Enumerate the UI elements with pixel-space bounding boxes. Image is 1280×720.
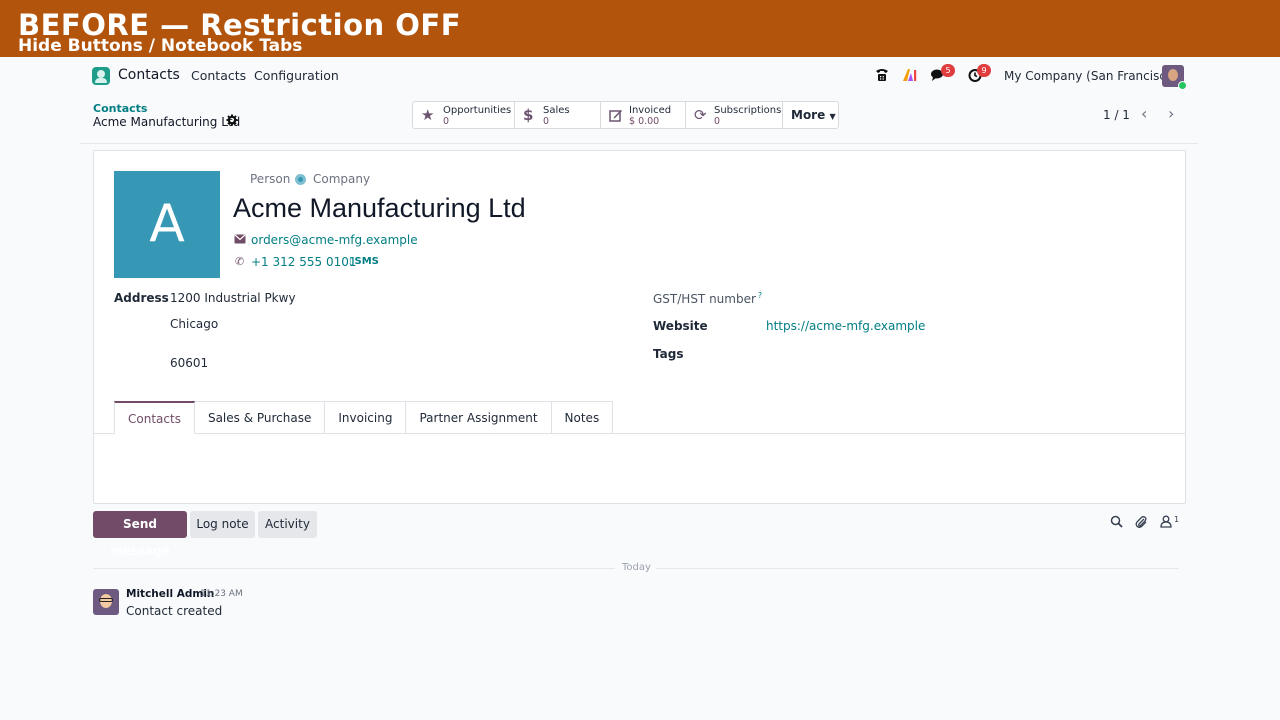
tags-label: Tags — [653, 347, 684, 361]
city-field[interactable]: Chicago — [170, 317, 218, 331]
messages-badge: 5 — [941, 64, 955, 77]
vat-help-icon[interactable]: ? — [758, 291, 762, 300]
website-label: Website — [653, 319, 708, 333]
partner-name-field[interactable]: Acme Manufacturing Ltd — [233, 193, 526, 224]
company-switcher[interactable]: My Company (San Francisco) — [1004, 69, 1178, 83]
author-avatar[interactable] — [93, 589, 119, 615]
next-record-icon[interactable]: › — [1168, 104, 1174, 123]
radio-company-label[interactable]: Company — [313, 172, 370, 186]
partner-avatar[interactable]: A — [114, 171, 220, 278]
message-time: 11:23 AM — [200, 589, 243, 599]
followers-count: 1 — [1174, 515, 1180, 524]
activities-badge: 9 — [977, 64, 991, 77]
subscriptions-button[interactable]: ⟳ Subscriptions 0 — [686, 102, 783, 128]
activity-button[interactable]: Activity — [258, 511, 317, 538]
send-message-button[interactable]: Send message — [93, 511, 187, 558]
email-field[interactable]: orders@acme-mfg.example — [251, 233, 418, 247]
invoiced-label: Invoiced — [629, 105, 672, 116]
smart-buttons: ★ Opportunities 0 $ Sales 0 Invoiced $ 0… — [412, 101, 839, 129]
menu-contacts[interactable]: Contacts — [191, 68, 246, 83]
invoiced-button[interactable]: Invoiced $ 0.00 — [601, 102, 686, 128]
pencil-square-icon — [609, 106, 623, 126]
radio-person-label[interactable]: Person — [250, 172, 290, 186]
caret-down-icon: ▼ — [829, 112, 836, 121]
date-divider-label: Today — [622, 562, 651, 573]
sms-button[interactable]: ▯SMS — [349, 256, 379, 267]
street-field[interactable]: 1200 Industrial Pkwy — [170, 291, 296, 305]
author-glasses — [99, 598, 113, 602]
sales-value: 0 — [543, 116, 550, 127]
refresh-icon: ⟳ — [694, 106, 707, 124]
online-status-dot — [1178, 81, 1187, 90]
followers-icon[interactable] — [1160, 515, 1172, 532]
banner-subtitle: Hide Buttons / Notebook Tabs — [18, 36, 303, 56]
opportunities-value: 0 — [443, 116, 450, 127]
search-icon[interactable] — [1110, 515, 1123, 532]
sms-label: SMS — [354, 256, 379, 267]
address-label: Address — [114, 291, 169, 305]
star-icon: ★ — [421, 106, 435, 124]
dollar-icon: $ — [523, 106, 534, 124]
more-label: More — [791, 108, 826, 122]
user-avatar[interactable] — [1162, 65, 1187, 90]
message-body: Contact created — [126, 604, 223, 618]
breadcrumb-root[interactable]: Contacts — [93, 102, 147, 115]
tab-sales-purchase[interactable]: Sales & Purchase — [194, 401, 326, 434]
subscriptions-label: Subscriptions — [714, 105, 782, 116]
ai-icon[interactable] — [901, 67, 919, 85]
zip-field[interactable]: 60601 — [170, 356, 208, 370]
date-divider-left — [93, 568, 615, 569]
more-button[interactable]: More ▼ — [783, 102, 838, 128]
subscriptions-value: 0 — [714, 116, 721, 127]
paperclip-icon[interactable] — [1135, 515, 1148, 533]
annotation-banner: BEFORE — Restriction OFF Hide Buttons / … — [0, 0, 1280, 57]
pager-value[interactable]: 1 / 1 — [1103, 108, 1130, 122]
breadcrumb-current: Acme Manufacturing Ltd — [93, 115, 241, 129]
user-face — [1168, 69, 1178, 81]
menu-configuration[interactable]: Configuration — [254, 68, 339, 83]
log-note-button[interactable]: Log note — [190, 511, 255, 538]
radio-company[interactable] — [295, 174, 306, 185]
phone-icon[interactable] — [873, 67, 891, 85]
vat-label: GST/HST number? — [653, 291, 762, 306]
vat-label-text: GST/HST number — [653, 292, 756, 306]
tab-contacts[interactable]: Contacts — [114, 401, 195, 434]
opportunities-button[interactable]: ★ Opportunities 0 — [413, 102, 515, 128]
app-name[interactable]: Contacts — [118, 67, 180, 83]
phone-field[interactable]: +1 312 555 0101 — [251, 255, 356, 269]
envelope-icon — [234, 234, 246, 247]
date-divider-right — [656, 568, 1179, 569]
previous-record-icon[interactable]: ‹ — [1141, 104, 1147, 123]
tab-notes[interactable]: Notes — [551, 401, 614, 434]
tab-invoicing[interactable]: Invoicing — [325, 401, 407, 434]
invoiced-value: $ 0.00 — [629, 116, 660, 127]
divider — [80, 143, 1198, 144]
radio-person[interactable] — [236, 174, 247, 185]
phone-small-icon: ✆ — [235, 255, 245, 268]
sales-label: Sales — [543, 105, 570, 116]
sales-button[interactable]: $ Sales 0 — [515, 102, 601, 128]
notebook-tabs: Contacts Sales & Purchase Invoicing Part… — [114, 401, 614, 434]
gear-icon[interactable] — [226, 114, 238, 129]
tab-partner-assignment[interactable]: Partner Assignment — [406, 401, 552, 434]
website-field[interactable]: https://acme-mfg.example — [766, 319, 925, 333]
top-navbar: Contacts Contacts Configuration 5 9 My C… — [0, 57, 1280, 95]
contacts-app-icon[interactable] — [92, 67, 110, 85]
opportunities-label: Opportunities — [443, 105, 512, 116]
